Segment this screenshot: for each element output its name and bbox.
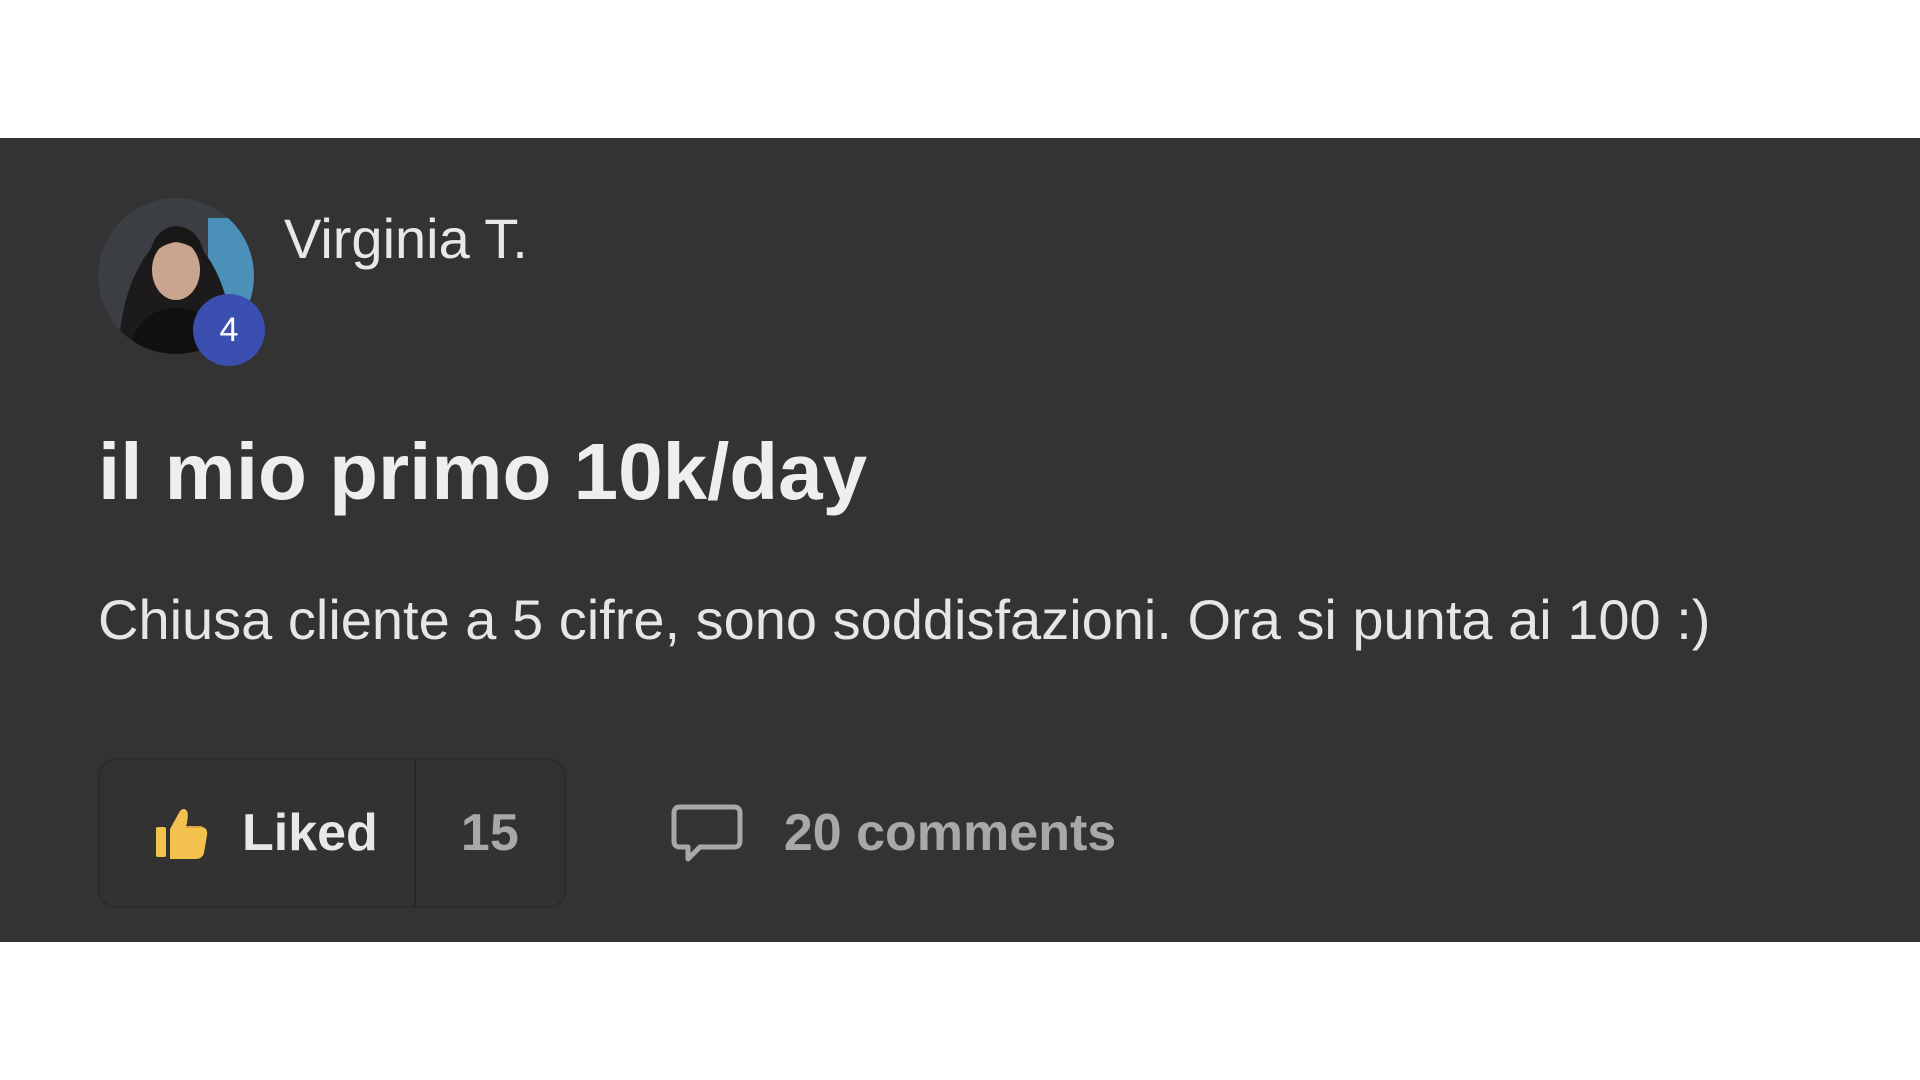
like-button[interactable]: Liked	[100, 760, 414, 906]
author-name[interactable]: Virginia T.	[284, 208, 528, 270]
post-card: 4 Virginia T. il mio primo 10k/day Chius…	[0, 138, 1920, 942]
thumbs-up-icon	[152, 803, 212, 863]
like-label: Liked	[242, 804, 378, 862]
like-count[interactable]: 15	[413, 760, 564, 906]
like-group: Liked 15	[98, 758, 566, 908]
comments-count-label: 20 comments	[783, 804, 1117, 862]
post-actions: Liked 15 20 comments	[98, 758, 1116, 908]
avatar-container[interactable]: 4	[98, 198, 265, 366]
post-title[interactable]: il mio primo 10k/day	[98, 428, 867, 516]
comment-bubble-icon	[670, 801, 744, 865]
post-body: Chiusa cliente a 5 cifre, sono soddisfaz…	[98, 588, 1711, 651]
level-badge: 4	[193, 294, 265, 366]
comments-button[interactable]: 20 comments	[670, 801, 1116, 865]
post-author: 4 Virginia T.	[98, 198, 528, 366]
